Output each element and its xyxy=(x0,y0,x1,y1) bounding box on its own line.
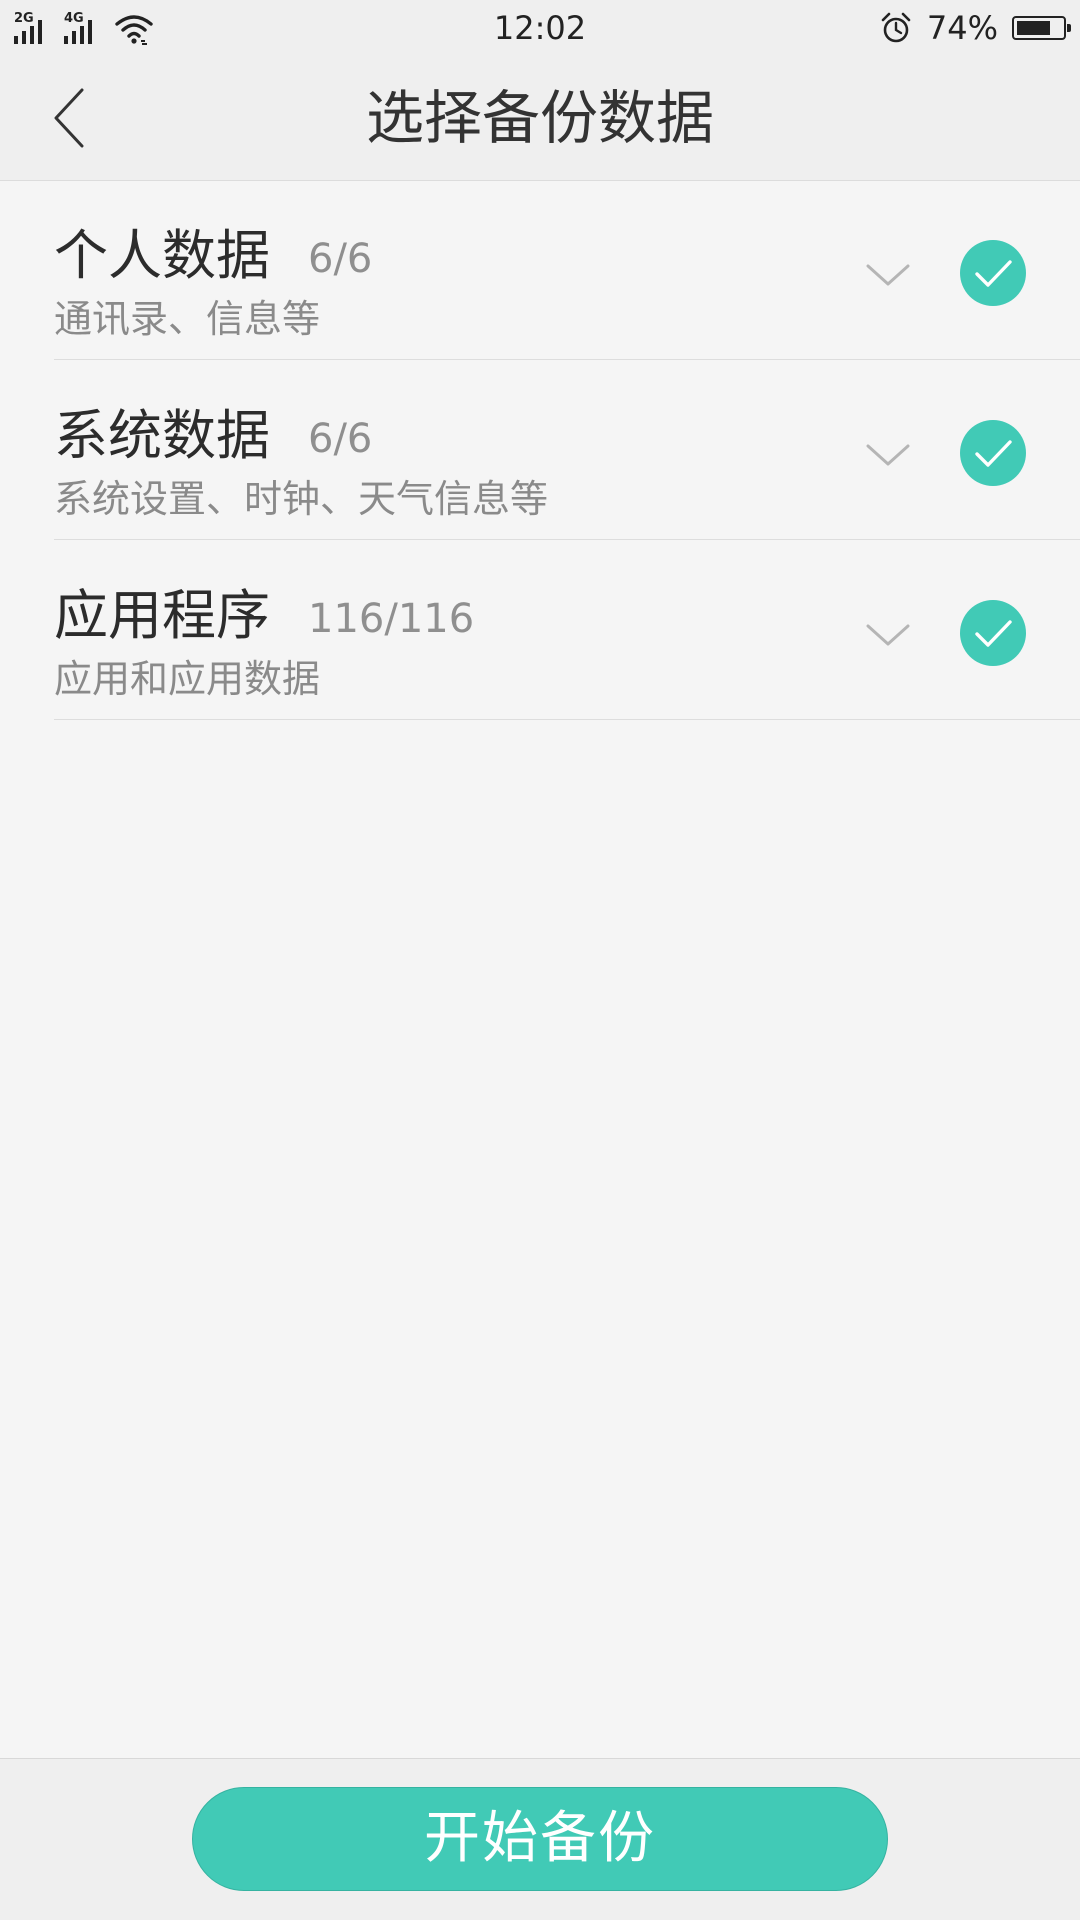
checked-checkbox[interactable] xyxy=(960,420,1026,486)
checked-checkbox[interactable] xyxy=(960,240,1026,306)
list-item-applications[interactable]: 应用程序 116/116 应用和应用数据 xyxy=(0,540,1080,720)
bottom-action-bar: 开始备份 xyxy=(0,1758,1080,1920)
chevron-down-icon[interactable] xyxy=(864,438,912,472)
status-right-group: 74% xyxy=(879,8,1071,48)
checkmark-icon xyxy=(975,440,1012,467)
category-count: 6/6 xyxy=(308,236,373,282)
backup-category-list: 个人数据 6/6 通讯录、信息等 系统数据 6/6 系统设置、时钟、天气信息等 xyxy=(0,180,1080,720)
status-bar: 2G 4G 12:02 74% xyxy=(0,0,1080,56)
battery-percent: 74% xyxy=(926,9,998,47)
category-count: 116/116 xyxy=(308,596,475,642)
alarm-icon xyxy=(881,12,911,43)
backup-data-screen: 2G 4G 12:02 74% 选择备份数据 个人数据 6/6 通讯录、信息等 … xyxy=(0,0,1080,1920)
page-title: 选择备份数据 xyxy=(365,84,714,152)
checkmark-icon xyxy=(975,260,1012,287)
divider xyxy=(54,719,1080,720)
app-header: 选择备份数据 xyxy=(0,56,1080,181)
category-count: 6/6 xyxy=(308,416,373,462)
category-subtitle: 通讯录、信息等 xyxy=(54,297,321,341)
checked-checkbox[interactable] xyxy=(960,600,1026,666)
chevron-down-icon[interactable] xyxy=(864,258,912,292)
start-backup-button[interactable]: 开始备份 xyxy=(192,1787,888,1891)
category-subtitle: 应用和应用数据 xyxy=(54,657,321,701)
category-title: 应用程序 xyxy=(54,584,270,647)
category-title: 系统数据 xyxy=(54,404,270,467)
category-subtitle: 系统设置、时钟、天气信息等 xyxy=(54,477,549,521)
list-item-system-data[interactable]: 系统数据 6/6 系统设置、时钟、天气信息等 xyxy=(0,360,1080,540)
category-title: 个人数据 xyxy=(54,224,270,287)
list-item-personal-data[interactable]: 个人数据 6/6 通讯录、信息等 xyxy=(0,180,1080,360)
chevron-down-icon[interactable] xyxy=(864,618,912,652)
checkmark-icon xyxy=(975,620,1012,647)
battery-icon xyxy=(1012,16,1071,40)
